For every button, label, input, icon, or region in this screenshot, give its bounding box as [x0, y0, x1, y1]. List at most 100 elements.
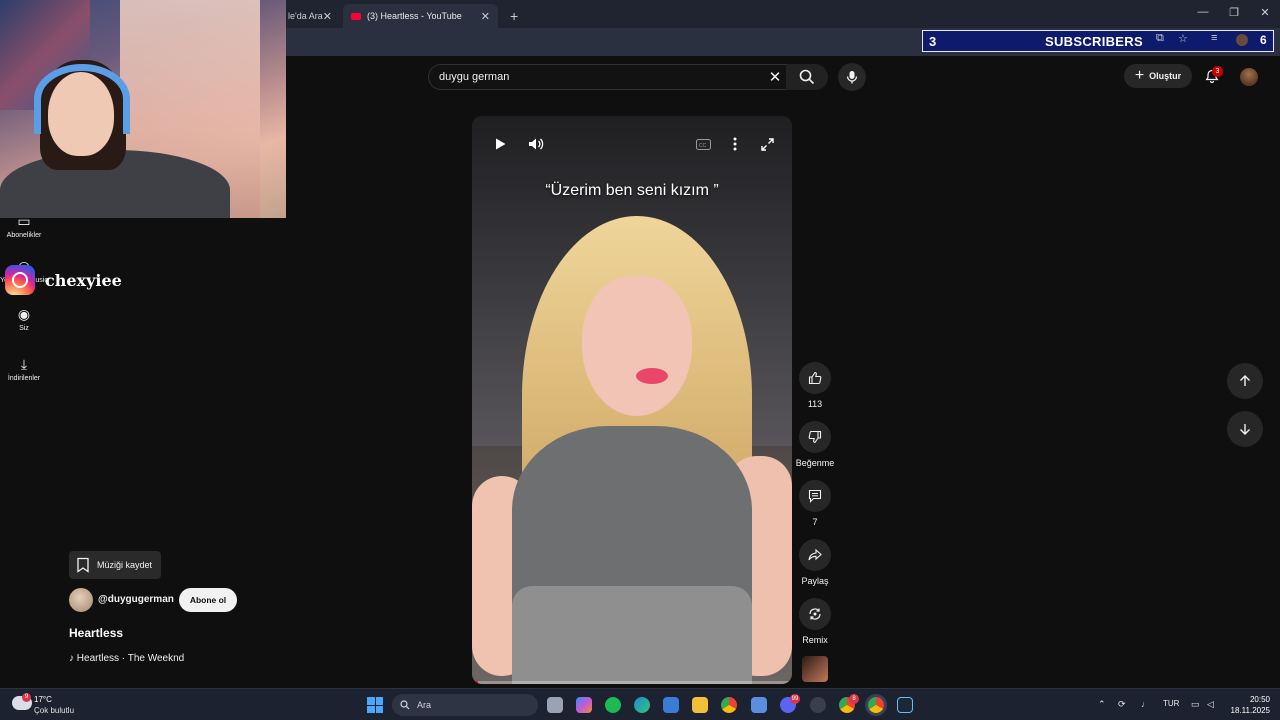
clock-time: 20:50 — [1249, 695, 1270, 704]
play-button[interactable] — [488, 132, 512, 156]
play-icon — [496, 138, 506, 150]
microphone-tray-icon[interactable]: ♩ — [1141, 699, 1150, 709]
music-album-thumbnail[interactable] — [802, 656, 828, 682]
remix-icon — [809, 608, 821, 620]
share-button[interactable]: Paylaş — [794, 539, 836, 586]
search-input[interactable]: duygu german — [428, 64, 794, 90]
app-badge: 8 — [849, 694, 859, 704]
notification-badge: 3 — [1212, 66, 1223, 77]
sidebar-item-label: Siz — [19, 325, 29, 332]
previous-video-button[interactable] — [1227, 363, 1263, 399]
speaker-icon[interactable]: ◁ — [1207, 699, 1214, 710]
sidebar-item-label: Abonelikler — [6, 232, 42, 239]
subscriber-label: SUBSCRIBERS — [1045, 33, 1143, 49]
clock[interactable]: 20:50 18.11.2025 — [1226, 694, 1270, 716]
create-label: Oluştur — [1149, 71, 1182, 81]
dislike-button[interactable]: Beğenme — [794, 421, 836, 468]
taskbar-search[interactable]: Ara — [392, 694, 538, 716]
you-icon: ◉ — [17, 306, 31, 322]
close-tab-icon[interactable]: ✕ — [481, 10, 490, 23]
save-music-button[interactable]: Müziği kaydet — [69, 551, 161, 579]
dislike-label: Beğenme — [795, 458, 835, 468]
account-avatar[interactable] — [1240, 68, 1258, 86]
like-count: 113 — [807, 399, 823, 409]
volume-icon — [529, 138, 544, 150]
more-vertical-icon — [733, 137, 737, 151]
tab-search[interactable]: le'da Ara ✕ — [280, 4, 340, 28]
more-options-button[interactable] — [723, 132, 747, 156]
close-window-button[interactable]: ✕ — [1250, 6, 1280, 19]
remix-button[interactable]: Remix — [794, 598, 836, 645]
close-tab-icon[interactable]: ✕ — [323, 10, 332, 23]
settings-app-icon[interactable] — [751, 697, 767, 713]
subscriptions-icon: ▭ — [17, 213, 31, 229]
minimize-button[interactable]: — — [1188, 6, 1218, 18]
start-button[interactable] — [367, 697, 383, 713]
store-icon[interactable] — [663, 697, 679, 713]
microphone-icon — [846, 71, 858, 84]
arrow-up-icon — [1240, 375, 1250, 386]
weather-badge: 9 — [22, 693, 31, 702]
display-icon[interactable]: ▭ — [1191, 699, 1200, 710]
youtube-favicon-icon — [351, 12, 361, 20]
app-icon[interactable] — [810, 697, 826, 713]
fullscreen-button[interactable] — [755, 132, 779, 156]
discord-badge: 99 — [790, 694, 800, 704]
temperature: 17°C — [34, 695, 52, 704]
bookmark-star-icon[interactable]: ☆ — [1178, 32, 1188, 45]
sidebar-item-you[interactable]: ◉ Siz — [0, 306, 48, 332]
sidebar-item-downloads[interactable]: ⤓ İndirilenler — [0, 356, 48, 382]
maximize-button[interactable]: ❐ — [1219, 6, 1249, 19]
search-icon — [799, 69, 815, 85]
music-info-link[interactable]: ♪ Heartless · The Weeknd — [69, 653, 184, 664]
save-music-label: Müziği kaydet — [97, 560, 153, 570]
captions-button[interactable]: CC — [691, 132, 715, 156]
cast-icon[interactable]: ⧉ — [1156, 32, 1164, 45]
new-tab-button[interactable]: + — [502, 4, 522, 28]
comments-button[interactable]: 7 — [794, 480, 836, 527]
search-value: duygu german — [439, 71, 510, 83]
channel-avatar[interactable] — [69, 588, 93, 612]
like-button[interactable]: 113 — [794, 362, 836, 409]
arrow-down-icon — [1240, 424, 1250, 435]
next-video-button[interactable] — [1227, 411, 1263, 447]
clock-date: 18.11.2025 — [1230, 706, 1270, 715]
share-arrow-icon — [808, 548, 822, 561]
search-button[interactable] — [786, 64, 828, 90]
profile-avatar[interactable] — [1236, 34, 1248, 46]
voice-search-button[interactable] — [838, 63, 866, 91]
download-icon: ⤓ — [20, 356, 28, 372]
search-icon — [400, 700, 410, 710]
chrome-active-icon[interactable] — [868, 697, 884, 713]
edge-icon[interactable] — [634, 697, 650, 713]
instagram-logo-icon — [5, 265, 35, 295]
copilot-icon[interactable] — [576, 697, 592, 713]
video-progress-bar[interactable] — [472, 681, 792, 684]
tray-overflow-icon[interactable]: ⌃ — [1098, 699, 1106, 710]
sidebar-item-subscriptions[interactable]: ▭ Abonelikler — [0, 213, 48, 239]
tab-youtube[interactable]: (3) Heartless - YouTube ✕ — [343, 4, 498, 28]
music-info: Heartless · The Weeknd — [76, 653, 185, 664]
volume-button[interactable] — [524, 132, 548, 156]
windows-taskbar: 9 17°C Çok bulutlu Ara 99 8 ⌃ ⟳ ♩ TUR ▭ … — [0, 688, 1280, 720]
subscriber-count: 3 — [929, 33, 937, 49]
steam-icon[interactable] — [897, 697, 913, 713]
task-view-icon[interactable] — [547, 697, 563, 713]
remix-label: Remix — [802, 635, 828, 645]
instagram-overlay: chexyiee — [5, 265, 122, 295]
create-button[interactable]: + Oluştur — [1124, 64, 1192, 88]
video-progress-fill — [472, 681, 479, 684]
language-indicator[interactable]: TUR — [1163, 699, 1179, 708]
file-explorer-icon[interactable] — [692, 697, 708, 713]
chrome-icon[interactable] — [721, 697, 737, 713]
overlay-handle: chexyiee — [45, 270, 122, 290]
webcam-overlay — [0, 0, 286, 218]
sync-icon[interactable]: ⟳ — [1118, 699, 1126, 710]
shorts-video-player[interactable]: “Üzerim ben seni kızım ” CC — [472, 116, 792, 684]
clear-search-icon[interactable]: ✕ — [764, 64, 786, 90]
subscribe-button[interactable]: Abone ol — [179, 588, 237, 612]
channel-handle[interactable]: @duygugerman — [98, 594, 174, 605]
expand-icon — [760, 137, 774, 151]
media-queue-icon[interactable]: ≡ — [1211, 32, 1217, 44]
spotify-icon[interactable] — [605, 697, 621, 713]
